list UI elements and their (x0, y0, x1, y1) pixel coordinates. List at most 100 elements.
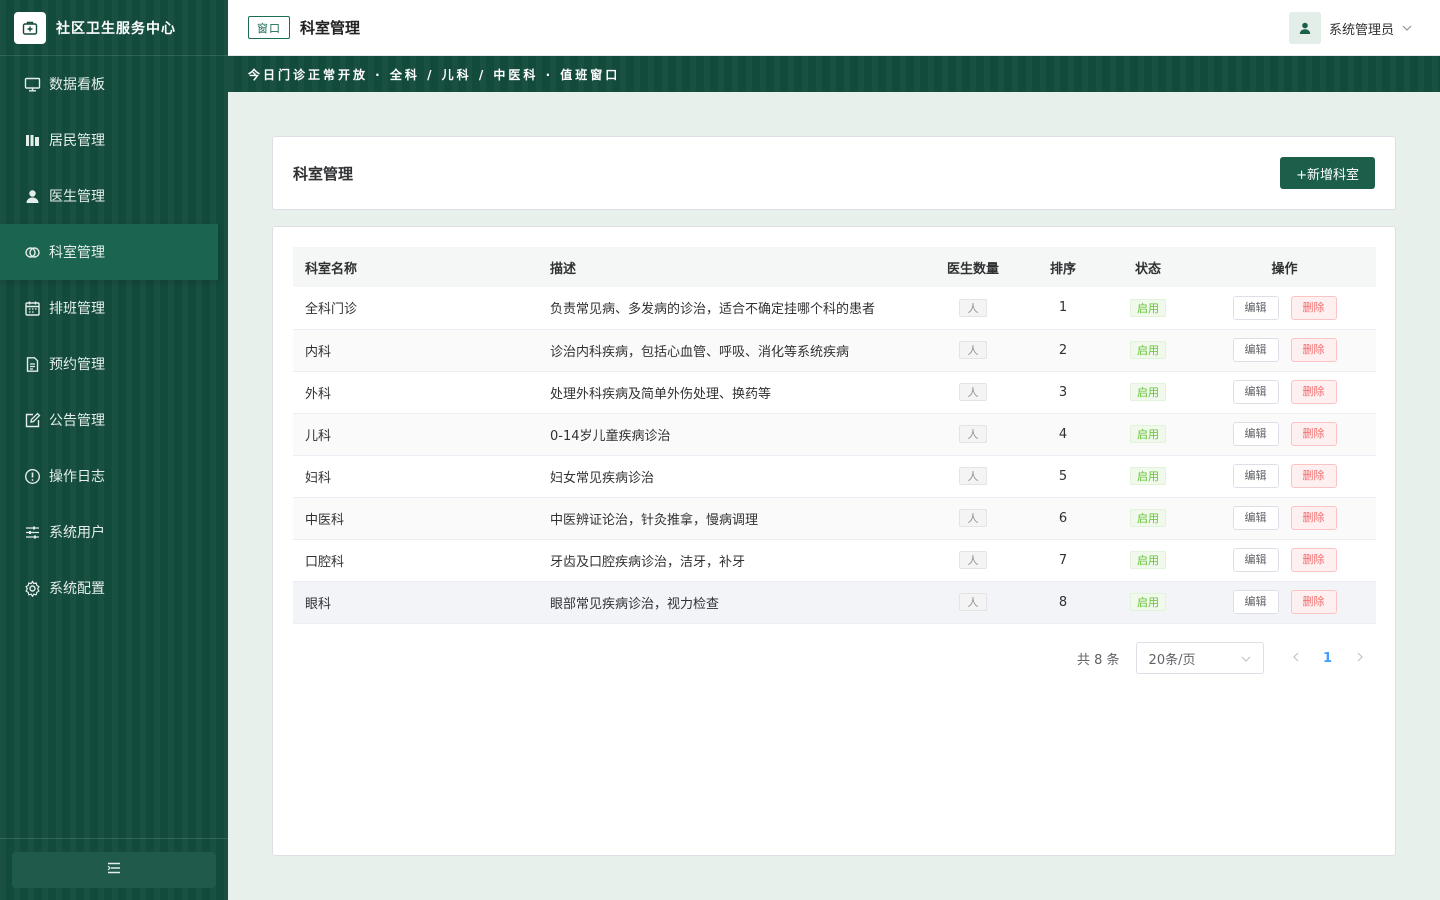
department-description: 处理外科疾病及简单外伤处理、换药等 (538, 371, 923, 414)
department-name: 外科 (293, 371, 538, 414)
department-order: 7 (1023, 539, 1103, 582)
chevron-right-icon (1357, 650, 1363, 666)
department-name: 妇科 (293, 455, 538, 498)
doctor-count-badge: 人 (959, 425, 987, 443)
department-order: 8 (1023, 581, 1103, 624)
status-badge: 启用 (1130, 383, 1166, 401)
avatar (1288, 12, 1321, 44)
sidebar-item-label: 系统用户 (49, 525, 105, 541)
edit-button[interactable]: 编辑 (1232, 380, 1279, 404)
department-name: 口腔科 (293, 539, 538, 582)
sidebar-item-appointments[interactable]: 预约管理 (0, 336, 228, 392)
edit-button[interactable]: 编辑 (1232, 548, 1279, 572)
doctor-count-badge: 人 (959, 593, 987, 611)
sidebar-item-departments[interactable]: 科室管理 (0, 224, 218, 280)
department-table-card: 科室名称 描述 医生数量 排序 状态 操作 全科门诊 负责常见病、多发病的诊治，… (272, 226, 1396, 856)
department-icon (24, 244, 41, 261)
column-header-actions: 操作 (1193, 247, 1376, 287)
edit-button[interactable]: 编辑 (1232, 422, 1279, 446)
department-name: 儿科 (293, 413, 538, 456)
delete-button[interactable]: 删除 (1290, 422, 1337, 446)
department-description: 中医辨证论治，针灸推拿，慢病调理 (538, 497, 923, 540)
user-icon (24, 188, 41, 205)
sidebar-item-residents[interactable]: 居民管理 (0, 112, 228, 168)
department-name: 眼科 (293, 581, 538, 624)
sidebar-item-dashboard[interactable]: 数据看板 (0, 56, 228, 112)
table-header-row: 科室名称 描述 医生数量 排序 状态 操作 (293, 247, 1376, 287)
doctor-count-badge: 人 (959, 383, 987, 401)
sidebar-item-label: 医生管理 (49, 189, 105, 205)
delete-button[interactable]: 删除 (1290, 295, 1337, 320)
edit-button[interactable]: 编辑 (1232, 464, 1279, 488)
top-header: 窗口 科室管理 系统管理员 (228, 0, 1440, 56)
delete-button[interactable]: 删除 (1290, 380, 1337, 404)
edit-button[interactable]: 编辑 (1232, 295, 1279, 320)
edit-icon (24, 412, 41, 429)
monitor-icon (24, 76, 41, 93)
table-row: 妇科 妇女常见疾病诊治 人 5 启用 编辑 删除 (293, 455, 1376, 498)
department-description: 眼部常见疾病诊治，视力检查 (538, 581, 923, 624)
delete-button[interactable]: 删除 (1290, 464, 1337, 488)
department-table: 科室名称 描述 医生数量 排序 状态 操作 全科门诊 负责常见病、多发病的诊治，… (293, 247, 1376, 624)
department-description: 诊治内科疾病，包括心血管、呼吸、消化等系统疾病 (538, 329, 923, 372)
gear-icon (24, 579, 41, 597)
department-name: 全科门诊 (293, 287, 538, 330)
header-title: 科室管理 (300, 19, 361, 37)
sidebar-item-announcements[interactable]: 公告管理 (0, 392, 228, 448)
edit-button[interactable]: 编辑 (1232, 506, 1279, 530)
page-title: 科室管理 (293, 165, 354, 183)
table-row: 眼科 眼部常见疾病诊治，视力检查 人 8 启用 编辑 删除 (293, 581, 1376, 624)
delete-button[interactable]: 删除 (1290, 548, 1337, 572)
delete-button[interactable]: 删除 (1290, 338, 1337, 362)
table-row: 内科 诊治内科疾病，包括心血管、呼吸、消化等系统疾病 人 2 启用 编辑 删除 (293, 329, 1376, 372)
status-badge: 启用 (1130, 593, 1166, 611)
status-badge: 启用 (1130, 509, 1166, 527)
page-header-card: 科室管理 +新增科室 (272, 136, 1396, 210)
pagination-total: 共 8 条 (1077, 652, 1120, 668)
edit-button[interactable]: 编辑 (1232, 338, 1279, 362)
sidebar-item-label: 居民管理 (49, 133, 105, 149)
sidebar-item-label: 公告管理 (49, 413, 105, 429)
table-row: 儿科 0-14岁儿童疾病诊治 人 4 启用 编辑 删除 (293, 413, 1376, 456)
department-order: 1 (1023, 287, 1103, 330)
window-tag: 窗口 (248, 16, 290, 39)
notice-banner: 今日门诊正常开放 · 全科 / 儿科 / 中医科 · 值班窗口 (228, 56, 1440, 92)
status-badge: 启用 (1130, 341, 1166, 359)
sidebar-item-system-config[interactable]: 系统配置 (0, 560, 228, 616)
column-header-description: 描述 (538, 247, 923, 287)
column-header-doctor-count: 医生数量 (923, 247, 1023, 287)
sidebar-footer (0, 838, 228, 900)
department-description: 妇女常见疾病诊治 (538, 455, 923, 498)
edit-button[interactable]: 编辑 (1232, 590, 1279, 614)
calendar-icon (24, 300, 41, 317)
sidebar-item-label: 预约管理 (49, 357, 105, 373)
chevron-left-icon (1292, 650, 1299, 666)
sidebar: 社区卫生服务中心 数据看板 居民管理 医生管理 科室管理 排班管理 预约管理 公… (0, 0, 228, 900)
department-description: 牙齿及口腔疾病诊治，洁牙，补牙 (538, 539, 923, 582)
sidebar-item-system-users[interactable]: 系统用户 (0, 504, 228, 560)
next-page-button[interactable] (1344, 642, 1376, 674)
sidebar-item-label: 排班管理 (49, 301, 105, 317)
sidebar-item-schedule[interactable]: 排班管理 (0, 280, 228, 336)
sidebar-item-operation-log[interactable]: 操作日志 (0, 448, 228, 504)
department-order: 4 (1023, 413, 1103, 456)
sidebar-collapse-button[interactable] (12, 852, 216, 888)
delete-button[interactable]: 删除 (1290, 506, 1337, 530)
status-badge: 启用 (1130, 425, 1166, 443)
doctor-count-badge: 人 (959, 551, 987, 569)
add-department-button[interactable]: +新增科室 (1280, 157, 1375, 189)
doctor-count-badge: 人 (959, 467, 987, 485)
column-header-status: 状态 (1103, 247, 1193, 287)
user-menu[interactable]: 系统管理员 (1288, 12, 1412, 44)
page-number-current[interactable]: 1 (1312, 642, 1344, 674)
sidebar-item-doctors[interactable]: 医生管理 (0, 168, 228, 224)
prev-page-button[interactable] (1280, 642, 1312, 674)
department-order: 3 (1023, 371, 1103, 414)
delete-button[interactable]: 删除 (1290, 590, 1337, 614)
menu-fold-icon (107, 862, 121, 878)
page-size-select[interactable]: 20条/页 (1135, 642, 1264, 674)
page-size-value: 20条/页 (1148, 652, 1196, 668)
table-row: 外科 处理外科疾病及简单外伤处理、换药等 人 3 启用 编辑 删除 (293, 371, 1376, 414)
brand: 社区卫生服务中心 (0, 0, 228, 56)
department-order: 2 (1023, 329, 1103, 372)
